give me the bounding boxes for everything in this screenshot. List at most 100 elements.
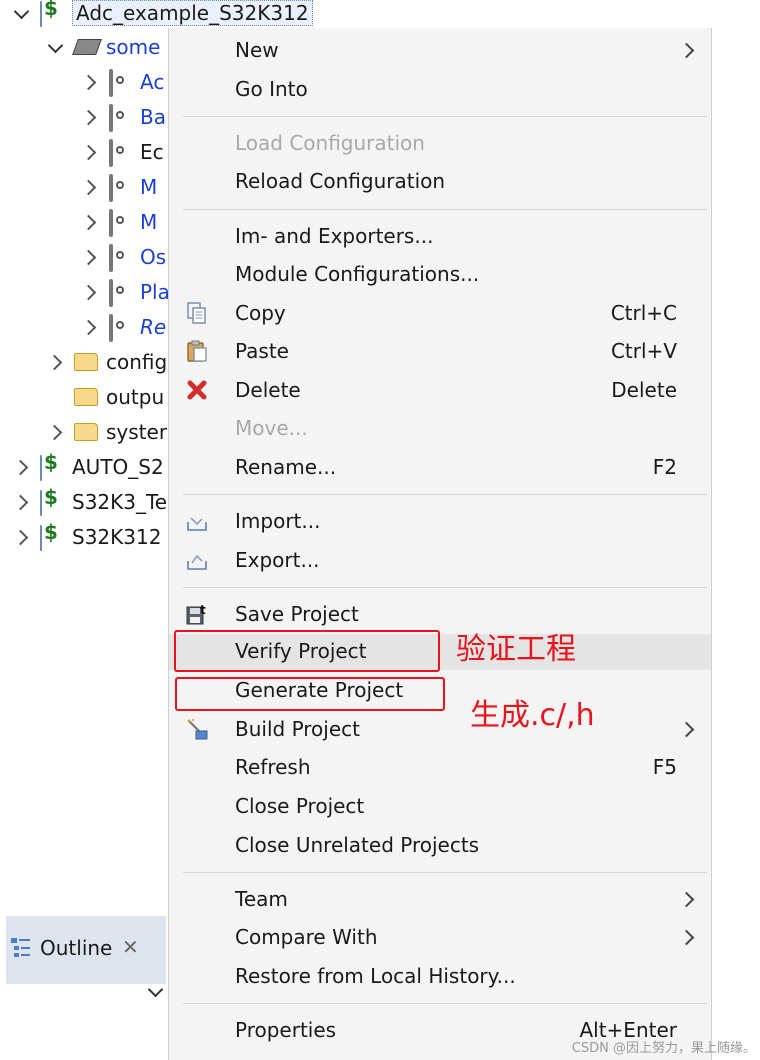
generate-annotation: 生成.c/,h (470, 698, 595, 733)
outline-title: Outline (40, 936, 113, 960)
component-icon (108, 174, 132, 202)
chevron-right-icon[interactable] (80, 283, 98, 301)
chevron-right-icon[interactable] (12, 493, 30, 511)
folder-icon (74, 350, 98, 374)
menu-item-paste[interactable]: Paste Ctrl+V (169, 334, 711, 370)
export-icon (187, 554, 207, 570)
outline-icon (11, 938, 30, 957)
menu-item-team[interactable]: Team (169, 882, 711, 918)
tree-folder-row[interactable]: config (46, 345, 167, 379)
menu-item-label: Module Configurations... (235, 262, 480, 286)
tree-folder-label[interactable]: outpu (106, 385, 164, 409)
chevron-right-icon[interactable] (46, 353, 64, 371)
component-icon (108, 314, 132, 342)
menu-item-close-unrelated-projects[interactable]: Close Unrelated Projects (169, 828, 711, 864)
delete-icon (187, 380, 207, 400)
tree-project-label[interactable]: S32K312 (72, 525, 161, 549)
menu-item-label: Close Project (235, 794, 365, 818)
chevron-right-icon[interactable] (12, 528, 30, 546)
menu-item-label: Move... (235, 416, 308, 440)
submenu-arrow-icon (681, 930, 691, 940)
tree-project-row[interactable]: S32K3_Te (12, 485, 167, 519)
menu-item-compare-with[interactable]: Compare With (169, 920, 711, 956)
chip-icon (72, 35, 102, 59)
tree-folder-row[interactable]: syster (46, 415, 167, 449)
menu-item-close-project[interactable]: Close Project (169, 789, 711, 825)
menu-separator (183, 872, 707, 873)
menu-item-label: Compare With (235, 925, 378, 949)
tree-component-row[interactable]: M (80, 170, 157, 204)
tree-root-row[interactable]: Adc_example_S32K312 (12, 0, 313, 30)
tree-component-row[interactable]: Pla (80, 275, 170, 309)
menu-item-go-into[interactable]: Go Into (169, 72, 711, 108)
chevron-right-icon[interactable] (80, 178, 98, 196)
menu-item-copy[interactable]: Copy Ctrl+C (169, 296, 711, 332)
tree-project-label[interactable]: S32K3_Te (72, 490, 167, 514)
menu-item-build-project[interactable]: Build Project (169, 712, 711, 748)
tree-component-label[interactable]: Pla (140, 280, 170, 304)
menu-item-label: Close Unrelated Projects (235, 833, 480, 857)
tree-component-row[interactable]: Ac (80, 65, 164, 99)
menu-item-new[interactable]: New (169, 33, 711, 69)
component-icon (108, 139, 132, 167)
menu-item-restore-from-local-history[interactable]: Restore from Local History... (169, 959, 711, 995)
menu-item-label: Refresh (235, 755, 311, 779)
menu-item-module-configurations[interactable]: Module Configurations... (169, 257, 711, 293)
chevron-right-icon[interactable] (12, 458, 30, 476)
chevron-down-icon[interactable] (146, 982, 160, 996)
component-icon (108, 209, 132, 237)
tree-component-row[interactable]: Ba (80, 100, 166, 134)
tree-component-label[interactable]: Ba (140, 105, 166, 129)
tree-project-row[interactable]: AUTO_S2 (12, 450, 164, 484)
chevron-right-icon[interactable] (80, 213, 98, 231)
menu-item-reload-configuration[interactable]: Reload Configuration (169, 164, 711, 200)
menu-item-refresh[interactable]: Refresh F5 (169, 750, 711, 786)
verify-annotation: 验证工程 (456, 632, 576, 667)
chevron-right-icon[interactable] (80, 143, 98, 161)
project-icon (40, 525, 64, 551)
folder-icon (74, 385, 98, 409)
menu-item-im-exporters[interactable]: Im- and Exporters... (169, 219, 711, 255)
menu-item-export[interactable]: Export... (169, 543, 711, 579)
chevron-right-icon[interactable] (80, 108, 98, 126)
tree-root-label[interactable]: Adc_example_S32K312 (72, 0, 313, 26)
menu-item-import[interactable]: Import... (169, 504, 711, 540)
menu-item-delete[interactable]: Delete Delete (169, 373, 711, 409)
chevron-right-icon[interactable] (46, 423, 64, 441)
component-icon (108, 279, 132, 307)
tree-folder-row[interactable]: outpu (46, 380, 164, 414)
tree-component-row[interactable]: Os (80, 240, 166, 274)
tree-component-label[interactable]: Re (140, 315, 166, 339)
tree-project-label[interactable]: AUTO_S2 (72, 455, 164, 479)
submenu-arrow-icon (681, 892, 691, 902)
tree-component-row[interactable]: Ec (80, 135, 164, 169)
menu-item-label: Rename... (235, 455, 337, 479)
chevron-down-icon[interactable] (46, 38, 64, 56)
outline-tab[interactable]: Outline ✕ (6, 916, 166, 984)
tree-folder-label[interactable]: syster (106, 420, 167, 444)
chevron-right-icon[interactable] (80, 318, 98, 336)
tree-chip-row[interactable]: some (46, 30, 160, 64)
tree-chip-label[interactable]: some (106, 35, 160, 59)
tree-component-label[interactable]: M (140, 175, 157, 199)
menu-item-label: Paste (235, 339, 289, 363)
generate-project-highlight-box (175, 677, 445, 711)
tree-component-label[interactable]: Ac (140, 70, 164, 94)
tree-project-row[interactable]: S32K312 (12, 520, 161, 554)
tree-component-label[interactable]: M (140, 210, 157, 234)
menu-item-rename[interactable]: Rename... F2 (169, 450, 711, 486)
tree-component-row[interactable]: M (80, 205, 157, 239)
chevron-right-icon[interactable] (80, 248, 98, 266)
build-project-icon (187, 719, 208, 740)
tree-component-row[interactable]: Re (80, 310, 166, 344)
tree-folder-label[interactable]: config (106, 350, 167, 374)
menu-separator (183, 1003, 707, 1004)
chevron-down-icon[interactable] (12, 4, 30, 22)
svg-text:t: t (200, 603, 206, 617)
menu-item-shortcut: Delete (611, 378, 677, 402)
menu-item-save-project[interactable]: t Save Project (169, 597, 711, 633)
close-icon[interactable]: ✕ (122, 935, 139, 959)
tree-component-label[interactable]: Os (140, 245, 166, 269)
chevron-right-icon[interactable] (80, 73, 98, 91)
tree-component-label[interactable]: Ec (140, 140, 164, 164)
